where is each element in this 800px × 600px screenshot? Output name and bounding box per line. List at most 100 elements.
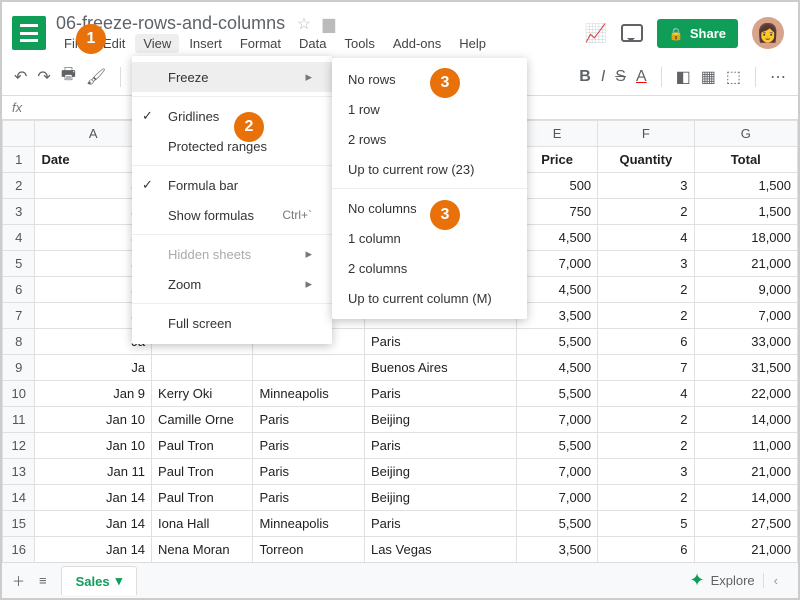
cell[interactable]: Paul Tron xyxy=(152,433,253,459)
cell[interactable]: Jan 9 xyxy=(35,381,152,407)
cell[interactable]: 2 xyxy=(598,407,694,433)
menu-view[interactable]: View xyxy=(135,34,179,53)
redo-icon[interactable]: ↷ xyxy=(37,67,50,87)
cell[interactable]: Jan 14 xyxy=(35,511,152,537)
cell[interactable]: 11,000 xyxy=(694,433,798,459)
cell[interactable]: 3 xyxy=(598,459,694,485)
cell[interactable]: 5 xyxy=(598,511,694,537)
cell[interactable]: Camille Orne xyxy=(152,407,253,433)
borders-icon[interactable]: ▦ xyxy=(701,67,716,87)
cell[interactable]: 6 xyxy=(598,329,694,355)
cell[interactable]: Torreon xyxy=(253,537,365,563)
add-sheet-icon[interactable]: ＋ xyxy=(12,571,25,590)
row-head[interactable]: 8 xyxy=(3,329,35,355)
menu-addons[interactable]: Add-ons xyxy=(385,34,449,53)
italic-icon[interactable]: I xyxy=(601,68,605,86)
cell[interactable]: 9,000 xyxy=(694,277,798,303)
freeze-upto-col[interactable]: Up to current column (M) xyxy=(332,283,527,313)
cell[interactable]: Paul Tron xyxy=(152,459,253,485)
cell[interactable]: Minneapolis xyxy=(253,381,365,407)
cell[interactable]: 2 xyxy=(598,303,694,329)
cell[interactable]: 7,000 xyxy=(517,459,598,485)
cell[interactable]: 750 xyxy=(517,199,598,225)
cell[interactable] xyxy=(152,355,253,381)
cell[interactable]: Beijing xyxy=(364,407,516,433)
merge-icon[interactable]: ⬚ xyxy=(726,67,741,87)
cell[interactable]: 5,500 xyxy=(517,433,598,459)
cell[interactable]: 14,000 xyxy=(694,407,798,433)
cell[interactable]: 7 xyxy=(598,355,694,381)
col-E[interactable]: E xyxy=(517,121,598,147)
row-head[interactable]: 1 xyxy=(3,147,35,173)
cell[interactable]: Paul Tron xyxy=(152,485,253,511)
cell[interactable]: 14,000 xyxy=(694,485,798,511)
menu-tools[interactable]: Tools xyxy=(336,34,382,53)
cell[interactable]: 2 xyxy=(598,433,694,459)
cell[interactable]: Paris xyxy=(364,329,516,355)
cell[interactable]: 4,500 xyxy=(517,277,598,303)
cell[interactable]: 18,000 xyxy=(694,225,798,251)
all-sheets-icon[interactable]: ≡ xyxy=(39,573,47,588)
row-head[interactable]: 2 xyxy=(3,173,35,199)
cell[interactable]: 7,000 xyxy=(517,407,598,433)
cell[interactable]: 21,000 xyxy=(694,459,798,485)
scroll-left-icon[interactable]: ‹ xyxy=(763,573,788,588)
menu-data[interactable]: Data xyxy=(291,34,334,53)
menu-freeze[interactable]: Freeze▸ xyxy=(132,62,332,92)
comments-icon[interactable] xyxy=(621,24,643,42)
row-head[interactable]: 9 xyxy=(3,355,35,381)
menu-gridlines[interactable]: ✓Gridlines xyxy=(132,101,332,131)
cell[interactable]: Jan 10 xyxy=(35,407,152,433)
freeze-upto-row[interactable]: Up to current row (23) xyxy=(332,154,527,184)
share-button[interactable]: Share xyxy=(657,19,738,48)
cell[interactable]: 22,000 xyxy=(694,381,798,407)
cell[interactable]: 4 xyxy=(598,381,694,407)
cell[interactable]: Jan 14 xyxy=(35,537,152,563)
menu-help[interactable]: Help xyxy=(451,34,494,53)
cell[interactable]: Price xyxy=(517,147,598,173)
cell[interactable]: 21,000 xyxy=(694,251,798,277)
cell[interactable]: 31,500 xyxy=(694,355,798,381)
cell[interactable]: 1,500 xyxy=(694,199,798,225)
col-F[interactable]: F xyxy=(598,121,694,147)
cell[interactable]: 3 xyxy=(598,251,694,277)
cell[interactable]: 2 xyxy=(598,485,694,511)
cell[interactable]: 4,500 xyxy=(517,225,598,251)
menu-formula-bar[interactable]: ✓Formula bar xyxy=(132,170,332,200)
cell[interactable]: 21,000 xyxy=(694,537,798,563)
row-head[interactable]: 3 xyxy=(3,199,35,225)
cell[interactable]: Kerry Oki xyxy=(152,381,253,407)
cell[interactable]: Jan 14 xyxy=(35,485,152,511)
cell[interactable] xyxy=(253,355,365,381)
row-head[interactable]: 13 xyxy=(3,459,35,485)
cell[interactable]: 2 xyxy=(598,277,694,303)
freeze-2-rows[interactable]: 2 rows xyxy=(332,124,527,154)
sheets-logo[interactable] xyxy=(12,16,46,50)
menu-protected[interactable]: Protected ranges xyxy=(132,131,332,161)
cell[interactable]: Paris xyxy=(364,433,516,459)
cell[interactable]: 7,000 xyxy=(517,485,598,511)
cell[interactable]: Jan 11 xyxy=(35,459,152,485)
row-head[interactable]: 10 xyxy=(3,381,35,407)
cell[interactable]: 3,500 xyxy=(517,537,598,563)
more-icon[interactable]: ⋯ xyxy=(770,67,786,87)
paint-icon[interactable]: 🖌 xyxy=(86,67,106,87)
undo-icon[interactable]: ↶ xyxy=(14,67,27,87)
cell[interactable]: 3 xyxy=(598,173,694,199)
cell[interactable]: 7,000 xyxy=(517,251,598,277)
freeze-1-row[interactable]: 1 row xyxy=(332,94,527,124)
cell[interactable]: 5,500 xyxy=(517,511,598,537)
row-head[interactable]: 12 xyxy=(3,433,35,459)
cell[interactable]: Beijing xyxy=(364,485,516,511)
freeze-2-cols[interactable]: 2 columns xyxy=(332,253,527,283)
row-head[interactable]: 14 xyxy=(3,485,35,511)
row-head[interactable]: 4 xyxy=(3,225,35,251)
cell[interactable]: 5,500 xyxy=(517,329,598,355)
activity-icon[interactable] xyxy=(584,23,606,44)
folder-icon[interactable]: ▆ xyxy=(323,14,335,34)
cell[interactable]: 500 xyxy=(517,173,598,199)
cell[interactable]: 4 xyxy=(598,225,694,251)
cell[interactable]: 27,500 xyxy=(694,511,798,537)
fill-icon[interactable]: ◧ xyxy=(676,67,691,87)
star-icon[interactable]: ☆ xyxy=(297,14,311,34)
